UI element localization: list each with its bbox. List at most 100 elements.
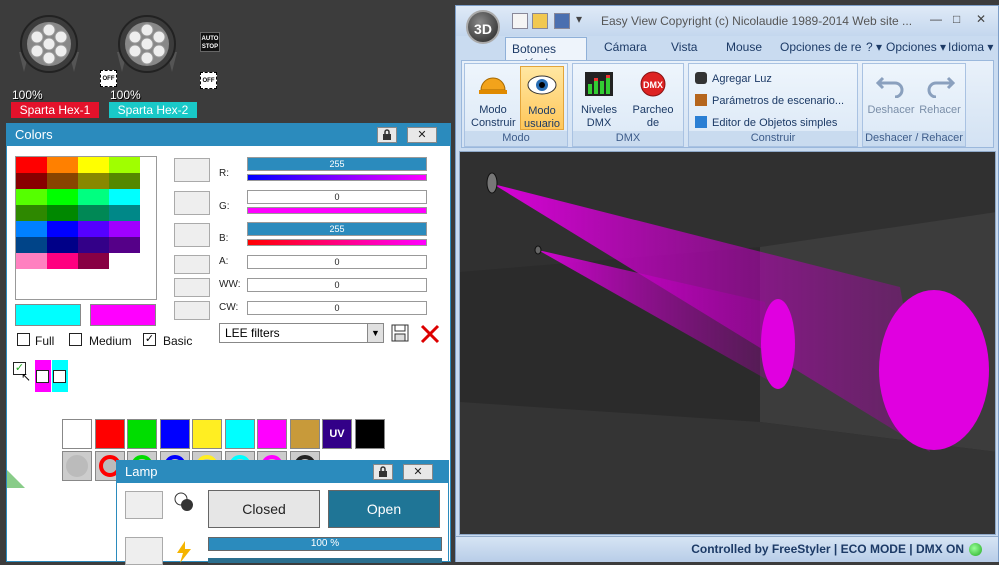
slider-a[interactable]: 0 bbox=[247, 255, 427, 269]
delete-icon[interactable] bbox=[419, 323, 441, 345]
channel-button-ww[interactable] bbox=[174, 278, 210, 297]
niveles-dmx-button[interactable]: Niveles DMX bbox=[577, 66, 621, 130]
target-color-swatch[interactable] bbox=[90, 304, 156, 326]
close-button[interactable]: ✕ bbox=[407, 127, 437, 143]
agregar-luz-button[interactable]: Agregar Luz bbox=[695, 72, 772, 85]
closed-button[interactable]: Closed bbox=[208, 490, 320, 528]
full-checkbox[interactable] bbox=[17, 333, 30, 346]
slider-cw[interactable]: 0 bbox=[247, 301, 427, 315]
palette-color[interactable] bbox=[62, 419, 92, 449]
resize-grip-icon[interactable] bbox=[7, 468, 27, 488]
new-icon[interactable] bbox=[512, 13, 528, 29]
save-icon[interactable] bbox=[554, 13, 570, 29]
close-button[interactable]: ✕ bbox=[403, 464, 433, 480]
palette-color[interactable] bbox=[354, 419, 385, 449]
color-grid-cell[interactable] bbox=[16, 237, 47, 253]
chip-checkbox-2[interactable] bbox=[53, 370, 66, 383]
current-color-swatch[interactable] bbox=[15, 304, 81, 326]
color-grid-cell[interactable] bbox=[78, 253, 109, 269]
color-grid-cell[interactable] bbox=[109, 221, 140, 237]
tab-vista[interactable]: Vista bbox=[671, 40, 697, 54]
color-grid-cell[interactable] bbox=[16, 253, 47, 269]
deshacer-button[interactable]: Deshacer bbox=[866, 66, 916, 130]
color-grid-cell[interactable] bbox=[109, 173, 140, 189]
color-grid-cell[interactable] bbox=[16, 189, 47, 205]
color-grid-cell[interactable] bbox=[16, 173, 47, 189]
color-grid-cell[interactable] bbox=[47, 157, 78, 173]
color-grid-cell[interactable] bbox=[47, 189, 78, 205]
lock-button[interactable] bbox=[373, 464, 393, 480]
open-button[interactable]: Open bbox=[328, 490, 440, 528]
color-grid-cell[interactable] bbox=[47, 173, 78, 189]
gobo-color[interactable] bbox=[62, 451, 92, 481]
fixture-sparta-hex-1[interactable]: OFF 100% Sparta Hex-1 bbox=[8, 8, 117, 118]
tab-opciones[interactable]: Opciones ▾ bbox=[886, 40, 946, 54]
palette-color[interactable] bbox=[159, 419, 190, 449]
strobe-button[interactable] bbox=[125, 537, 163, 565]
minimize-button[interactable]: — bbox=[930, 12, 942, 26]
palette-color[interactable] bbox=[289, 419, 320, 449]
tab-opciones-de-render[interactable]: Opciones de re bbox=[780, 40, 861, 54]
save-icon[interactable] bbox=[391, 324, 409, 342]
editor-objetos-button[interactable]: Editor de Objetos simples bbox=[695, 116, 837, 129]
maximize-button[interactable]: □ bbox=[953, 12, 960, 26]
3d-viewport[interactable] bbox=[459, 151, 996, 535]
tab-botones[interactable]: Botones estánd bbox=[505, 37, 587, 70]
tab-help[interactable]: ? ▾ bbox=[866, 40, 882, 54]
color-grid-cell[interactable] bbox=[78, 157, 109, 173]
color-grid-cell[interactable] bbox=[47, 237, 78, 253]
slider-r[interactable]: 255 bbox=[247, 157, 427, 171]
lamp-button[interactable] bbox=[125, 491, 163, 519]
color-grid-cell[interactable] bbox=[109, 157, 140, 173]
palette-color[interactable] bbox=[127, 419, 157, 449]
palette-color[interactable] bbox=[257, 419, 287, 449]
rehacer-button[interactable]: Rehacer bbox=[916, 66, 964, 130]
quick-access-dropdown-icon[interactable]: ▾ bbox=[576, 12, 582, 26]
color-grid-cell[interactable] bbox=[78, 205, 109, 221]
channel-button-g[interactable] bbox=[174, 191, 210, 215]
color-grid-cell[interactable] bbox=[109, 237, 140, 253]
channel-button-b[interactable] bbox=[174, 223, 210, 247]
slider-g[interactable]: 0 bbox=[247, 190, 427, 204]
channel-button-cw[interactable] bbox=[174, 301, 210, 320]
channel-button-a[interactable] bbox=[174, 255, 210, 274]
palette-color[interactable] bbox=[192, 419, 222, 449]
tab-mouse[interactable]: Mouse bbox=[726, 40, 762, 54]
color-grid-cell[interactable] bbox=[78, 173, 109, 189]
parcheo-universos-button[interactable]: DMX Parcheo de Universos bbox=[625, 66, 681, 142]
color-grid-cell[interactable] bbox=[78, 189, 109, 205]
off-tag[interactable]: OFF bbox=[200, 72, 217, 89]
lock-button[interactable] bbox=[377, 127, 397, 143]
filter-select[interactable]: LEE filters ▼ bbox=[219, 323, 384, 343]
color-grid-cell[interactable] bbox=[109, 205, 140, 221]
tab-idioma[interactable]: Idioma ▾ bbox=[948, 40, 993, 54]
auto-stop-button[interactable]: AUTO STOP bbox=[200, 32, 220, 52]
palette-color[interactable] bbox=[224, 419, 255, 449]
modo-construir-button[interactable]: Modo Construir bbox=[471, 66, 516, 130]
basic-checkbox[interactable]: ✓ bbox=[143, 333, 156, 346]
color-grid-cell[interactable] bbox=[78, 221, 109, 237]
color-grid-cell[interactable] bbox=[47, 253, 78, 269]
color-grid-cell[interactable] bbox=[16, 205, 47, 221]
palette-color[interactable] bbox=[94, 419, 125, 449]
color-grid-cell[interactable] bbox=[16, 221, 47, 237]
color-grid-cell[interactable] bbox=[47, 205, 78, 221]
color-grid-cell[interactable] bbox=[78, 237, 109, 253]
modo-usuario-button[interactable]: Modo usuario bbox=[520, 66, 564, 130]
fixture-sparta-hex-2[interactable]: 100% Sparta Hex-2 bbox=[106, 8, 201, 118]
palette-color[interactable]: UV bbox=[322, 419, 352, 449]
channel-button-r[interactable] bbox=[174, 158, 210, 182]
color-grid-cell[interactable] bbox=[109, 253, 140, 269]
color-grid-cell[interactable] bbox=[109, 189, 140, 205]
parametros-escenario-button[interactable]: Parámetros de escenario... bbox=[695, 94, 844, 107]
lamp-progress[interactable]: 100 % bbox=[208, 537, 442, 551]
chip-checkbox-1[interactable] bbox=[36, 370, 49, 383]
open-folder-icon[interactable] bbox=[532, 13, 548, 29]
slider-ww[interactable]: 0 bbox=[247, 278, 427, 292]
slider-b[interactable]: 255 bbox=[247, 222, 427, 236]
color-grid-cell[interactable] bbox=[47, 221, 78, 237]
close-button[interactable]: ✕ bbox=[976, 12, 986, 26]
tab-camara[interactable]: Cámara bbox=[604, 40, 647, 54]
color-grid-cell[interactable] bbox=[16, 157, 47, 173]
medium-checkbox[interactable] bbox=[69, 333, 82, 346]
